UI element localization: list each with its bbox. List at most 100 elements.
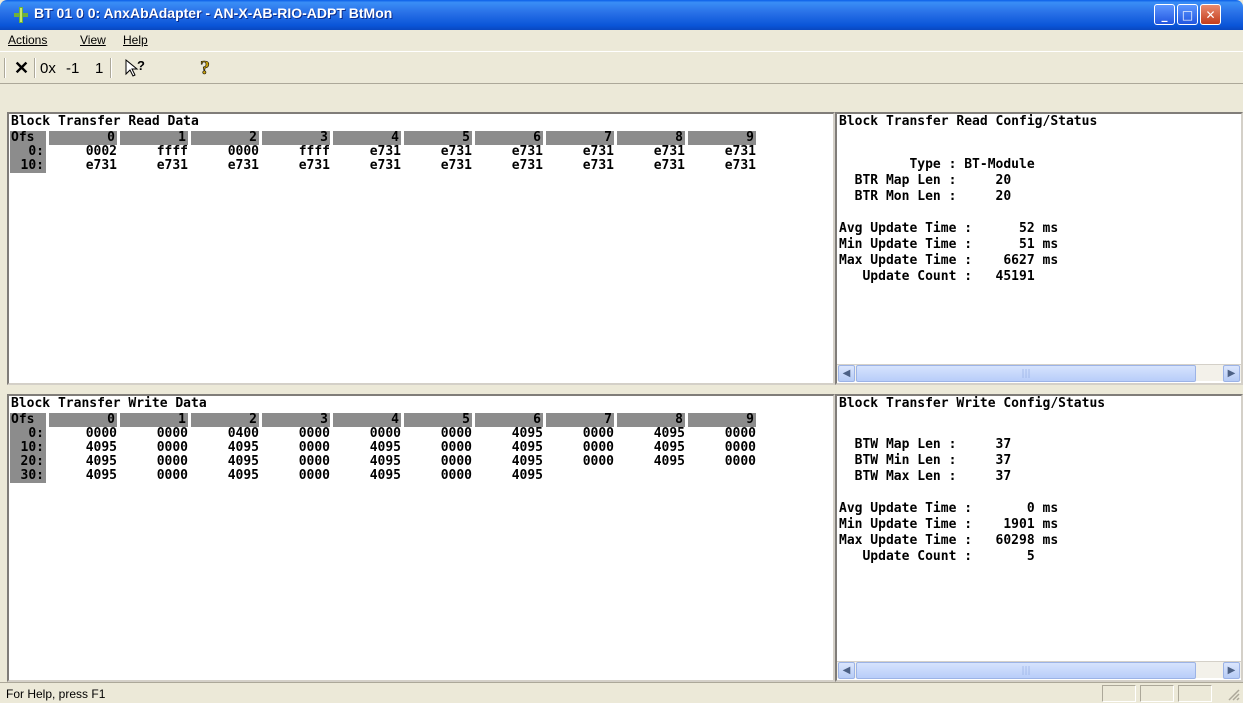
status-line: Max Update Time : 6627 ms: [839, 253, 1059, 268]
data-cell: 4095: [653, 426, 685, 441]
read-data-title: Block Transfer Read Data: [11, 114, 199, 129]
data-cell: e731: [369, 144, 401, 159]
read-status-scrollbar[interactable]: ◀ ||| ▶: [837, 364, 1241, 382]
window-title: BT 01 0 0: AnxAbAdapter - AN-X-AB-RIO-AD…: [34, 5, 393, 21]
data-cell: 4095: [369, 454, 401, 469]
write-status-title: Block Transfer Write Config/Status: [839, 396, 1106, 411]
data-cell: 0000: [298, 468, 330, 483]
data-cell: 4095: [511, 440, 543, 455]
data-cell: 4095: [85, 454, 117, 469]
data-cell: 4095: [511, 468, 543, 483]
context-help-icon[interactable]: ?: [124, 57, 148, 79]
data-cell: 4095: [85, 440, 117, 455]
data-cell: 4095: [227, 454, 259, 469]
column-header: 7: [546, 413, 614, 427]
data-cell: 0000: [440, 426, 472, 441]
write-data-pane: Block Transfer Write Data Ofs 0 1 2 3 4 5 6 7 8 9 0…: [7, 394, 835, 682]
data-cell: 0000: [156, 440, 188, 455]
status-line: Avg Update Time : 52 ms: [839, 221, 1059, 236]
data-cell: e731: [653, 158, 685, 173]
status-line: Min Update Time : 1901 ms: [839, 517, 1059, 532]
scroll-left-icon[interactable]: ◀: [838, 662, 855, 679]
status-panel: [1140, 685, 1174, 702]
read-status-pane: Block Transfer Read Config/Status Type :…: [835, 112, 1243, 385]
data-cell: 0000: [440, 440, 472, 455]
column-header: 2: [191, 413, 259, 427]
column-header: 5: [404, 131, 472, 145]
close-button[interactable]: ✕: [1200, 4, 1221, 25]
data-cell: 4095: [85, 468, 117, 483]
write-status-scrollbar[interactable]: ◀ ||| ▶: [837, 661, 1241, 679]
column-header: 4: [333, 131, 401, 145]
data-cell: 0000: [724, 440, 756, 455]
data-cell: 0000: [298, 426, 330, 441]
row-offset-label: 30:: [10, 469, 46, 483]
data-cell: 4095: [511, 426, 543, 441]
status-line: Type : BT-Module: [839, 157, 1035, 172]
ofs-header: Ofs: [10, 131, 46, 145]
maximize-button[interactable]: □: [1177, 4, 1198, 25]
plug-icon: [14, 7, 28, 23]
column-header: 1: [120, 413, 188, 427]
data-cell: ffff: [298, 144, 330, 159]
data-cell: 0000: [369, 426, 401, 441]
minus-one-button[interactable]: -1: [66, 57, 79, 79]
scrollbar-thumb[interactable]: |||: [856, 365, 1196, 382]
close-x-icon[interactable]: ✕: [14, 57, 29, 79]
hex-toggle-button[interactable]: 0x: [40, 57, 56, 79]
data-cell: 0000: [298, 440, 330, 455]
data-cell: e731: [724, 144, 756, 159]
data-cell: e731: [440, 158, 472, 173]
plus-one-button[interactable]: 1: [95, 57, 103, 79]
data-cell: e731: [156, 158, 188, 173]
data-cell: 4095: [369, 468, 401, 483]
scroll-right-icon[interactable]: ▶: [1223, 365, 1240, 382]
row-offset-label: 0:: [10, 145, 46, 159]
minimize-button[interactable]: _: [1154, 4, 1175, 25]
svg-text:?: ?: [200, 58, 210, 78]
data-cell: e731: [582, 158, 614, 173]
scroll-right-icon[interactable]: ▶: [1223, 662, 1240, 679]
column-header: 8: [617, 413, 685, 427]
column-header: 3: [262, 131, 330, 145]
data-cell: 0000: [298, 454, 330, 469]
toolbar-grip: [4, 58, 6, 78]
data-cell: 4095: [227, 468, 259, 483]
toolbar-separator: [110, 58, 112, 78]
scroll-left-icon[interactable]: ◀: [838, 365, 855, 382]
write-data-title: Block Transfer Write Data: [11, 396, 207, 411]
menu-actions[interactable]: Actions: [8, 33, 47, 47]
data-cell: e731: [85, 158, 117, 173]
svg-text:?: ?: [137, 58, 145, 73]
column-header: 3: [262, 413, 330, 427]
row-offset-label: 10:: [10, 441, 46, 455]
data-cell: 4095: [653, 454, 685, 469]
data-cell: 0000: [582, 426, 614, 441]
status-panel: [1102, 685, 1136, 702]
column-header: 0: [49, 131, 117, 145]
column-header: 2: [191, 131, 259, 145]
ofs-header: Ofs: [10, 413, 46, 427]
status-line: BTW Min Len : 37: [839, 453, 1012, 468]
about-help-icon[interactable]: ?: [198, 57, 214, 79]
data-cell: 0000: [582, 440, 614, 455]
data-cell: 4095: [653, 440, 685, 455]
data-cell: e731: [511, 144, 543, 159]
data-cell: 0000: [227, 144, 259, 159]
resize-grip-icon[interactable]: [1226, 687, 1240, 701]
status-line: BTR Mon Len : 20: [839, 189, 1012, 204]
toolbar-separator: [34, 58, 36, 78]
status-line: Update Count : 5: [839, 549, 1035, 564]
data-cell: e731: [298, 158, 330, 173]
data-cell: 0002: [85, 144, 117, 159]
column-header: 0: [49, 413, 117, 427]
column-header: 5: [404, 413, 472, 427]
column-header: 1: [120, 131, 188, 145]
data-cell: 4095: [227, 440, 259, 455]
scrollbar-thumb[interactable]: |||: [856, 662, 1196, 679]
menu-help[interactable]: Help: [123, 33, 148, 47]
data-cell: 0000: [440, 454, 472, 469]
data-cell: 0000: [582, 454, 614, 469]
data-cell: 0000: [440, 468, 472, 483]
menu-view[interactable]: View: [80, 33, 106, 47]
